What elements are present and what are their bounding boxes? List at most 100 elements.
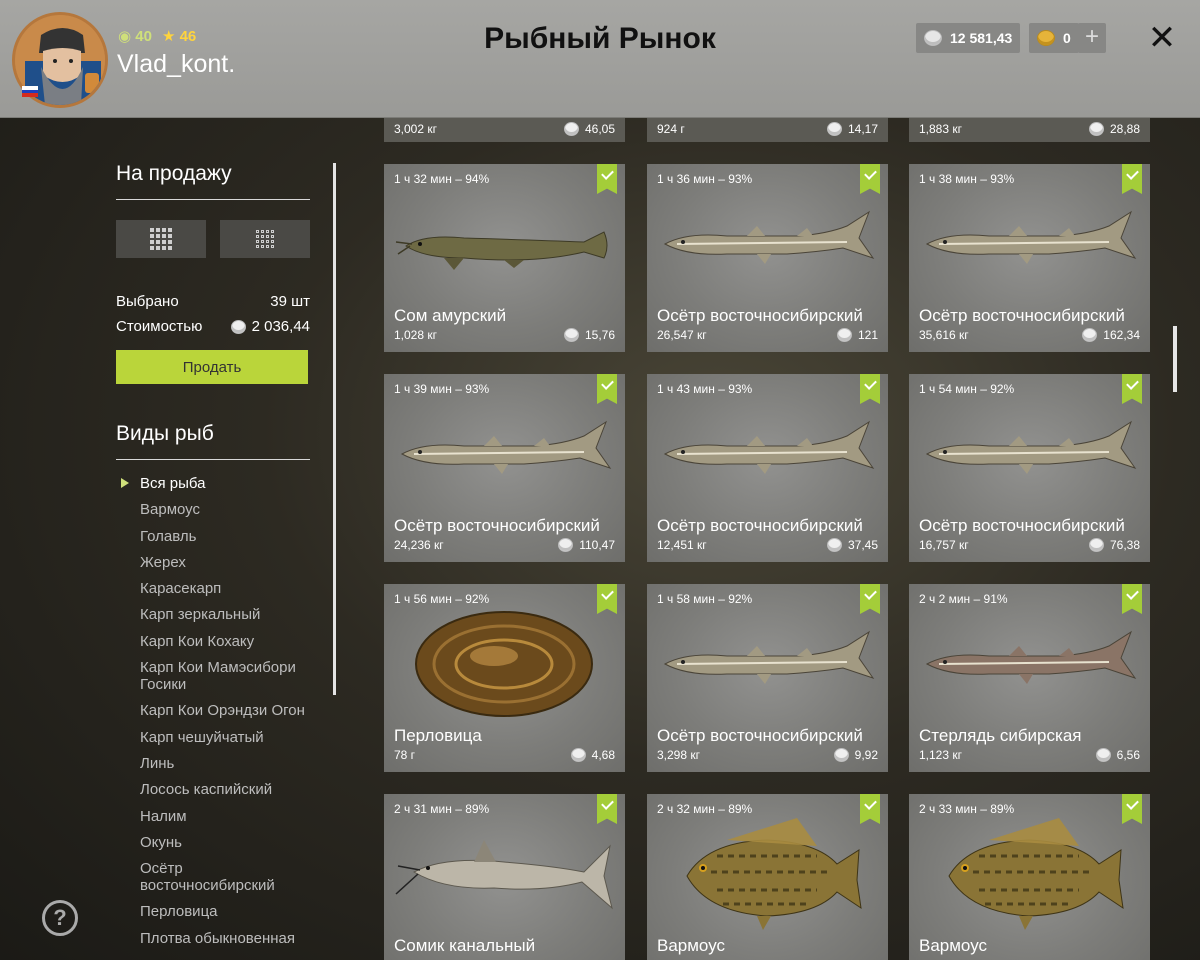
fish-card[interactable]: 1 ч 58 мин – 92% Осётр восточносибирский… [647,584,888,772]
coin-icon [836,328,852,342]
selected-label: Выбрано [116,293,179,310]
fish-type-item[interactable]: Жерех [140,554,310,571]
price-value: 76,38 [1109,538,1140,552]
help-button[interactable]: ? [42,900,78,936]
fish-type-item[interactable]: Вармоус [140,501,310,518]
price-value: 15,76 [584,328,615,342]
fish-type-item[interactable]: Карп Кои Орэндзи Огон [140,702,310,719]
fish-card[interactable]: 2 ч 2 мин – 91% Стерлядь сибирская 1,123… [909,584,1150,772]
small-grid-button[interactable] [220,220,310,258]
fish-type-item[interactable]: Окунь [140,834,310,851]
coin-icon [563,122,579,136]
card-weight: 1,883 кг [919,122,962,136]
fish-type-item[interactable]: Карп зеркальный [140,606,310,623]
card-time: 1 ч 56 мин – 92% [394,592,490,606]
card-name: Сом амурский [394,306,507,325]
card-price: 37,45 [826,538,878,552]
card-price: 4,68 [570,748,615,762]
card-time: 1 ч 38 мин – 93% [919,172,1015,186]
card-time: 1 ч 54 мин – 92% [919,382,1015,396]
gold-balance: 0 [1029,23,1079,53]
fish-card[interactable]: 1 ч 56 мин – 92% Перловица 78 г 4,68 [384,584,625,772]
coin-icon [833,748,849,762]
price-value: 37,45 [847,538,878,552]
fish-image [384,816,625,932]
close-button[interactable]: ✕ [1146,18,1178,58]
coin-icon [1088,122,1104,136]
card-weight: 16,757 кг [919,538,969,552]
fish-card-partial[interactable]: 1,883 кг 28,88 [909,118,1150,142]
fish-type-item[interactable]: Налим [140,808,310,825]
fish-card[interactable]: 1 ч 32 мин – 94% Сом амурский 1,028 кг 1… [384,164,625,352]
fish-card[interactable]: 1 ч 54 мин – 92% Осётр восточносибирский… [909,374,1150,562]
fish-card[interactable]: 2 ч 32 мин – 89% Вармоус [647,794,888,960]
fish-type-item[interactable]: Линь [140,755,310,772]
silver-value: 12 581,43 [950,30,1013,46]
coin-icon [563,328,579,342]
card-weight: 24,236 кг [394,538,444,552]
fish-type-item[interactable]: Перловица [140,903,310,920]
fish-image [384,396,625,512]
card-name: Стерлядь сибирская [919,726,1082,745]
fish-type-item[interactable]: Вся рыба [140,475,310,492]
card-name: Осётр восточносибирский [657,726,863,745]
fish-image [909,396,1150,512]
silver-coin-icon [924,30,942,46]
fish-type-item[interactable]: Карп чешуйчатый [140,729,310,746]
fish-type-list: Вся рыба Вармоус Голавль Жерех Карасекарп Кар… [116,475,310,947]
fish-image [647,396,888,512]
fish-types-title: Виды рыб [116,422,214,445]
fish-image [384,606,625,722]
fish-type-item[interactable]: Карп Кои Кохаку [140,633,310,650]
fish-card-partial[interactable]: 3,002 кг 46,05 [384,118,625,142]
card-weight: 1,028 кг [394,328,437,342]
sell-button[interactable]: Продать [116,350,308,384]
fish-type-item[interactable]: Карасекарп [140,580,310,597]
fish-card[interactable]: 2 ч 31 мин – 89% Сомик канальный [384,794,625,960]
card-weight: 12,451 кг [657,538,707,552]
fish-grid: 3,002 кг 46,05 924 г 14,17 1,883 кг 28,88 … [383,118,1150,960]
fish-card[interactable]: 1 ч 38 мин – 93% Осётр восточносибирский… [909,164,1150,352]
large-grid-button[interactable] [116,220,206,258]
card-time: 1 ч 32 мин – 94% [394,172,490,186]
card-time: 1 ч 58 мин – 92% [657,592,753,606]
card-name: Осётр восточносибирский [657,306,863,325]
price-value: 162,34 [1103,328,1140,342]
card-time: 2 ч 31 мин – 89% [394,802,490,816]
fish-image [909,816,1150,932]
small-grid-icon [256,230,274,248]
card-name: Вармоус [657,936,726,955]
card-price: 162,34 [1082,328,1140,342]
fish-card[interactable]: 1 ч 36 мин – 93% Осётр восточносибирский… [647,164,888,352]
for-sale-title: На продажу [116,162,232,185]
add-gold-button[interactable]: + [1078,23,1106,53]
fish-type-item[interactable]: Голавль [140,528,310,545]
fish-card-partial[interactable]: 924 г 14,17 [647,118,888,142]
fish-type-item[interactable]: Плотва обыкновенная [140,930,310,947]
fish-card[interactable]: 1 ч 43 мин – 93% Осётр восточносибирский… [647,374,888,562]
price-value: 4,68 [591,748,615,762]
card-weight: 78 г [394,748,416,762]
sidebar-scrollbar[interactable] [333,163,336,695]
fish-image [647,606,888,722]
card-price: 110,47 [558,538,615,552]
card-name: Осётр восточносибирский [394,516,600,535]
price-value: 46,05 [584,122,615,136]
card-time: 1 ч 39 мин – 93% [394,382,490,396]
grid-scrollbar[interactable] [1173,326,1177,392]
card-name: Вармоус [919,936,988,955]
card-price: 46,05 [563,122,615,136]
price-value: 14,17 [847,122,878,136]
fish-type-item[interactable]: Лосось каспийский [140,781,310,798]
fish-card[interactable]: 2 ч 33 мин – 89% Вармоус [909,794,1150,960]
coin-icon [1095,748,1111,762]
sidebar: На продажу Выбрано 39 шт Стоимостью 2 03… [116,118,310,956]
fish-type-item[interactable]: Осётр восточносибирский [140,860,310,894]
price-value: 28,88 [1109,122,1140,136]
card-weight: 3,002 кг [394,122,437,136]
card-weight: 1,123 кг [919,748,962,762]
card-name: Сомик канальный [394,936,536,955]
fish-card[interactable]: 1 ч 39 мин – 93% Осётр восточносибирский… [384,374,625,562]
fish-type-item[interactable]: Карп Кои Мамэсибори Госики [140,659,310,693]
cost-label: Стоимостью [116,318,203,335]
